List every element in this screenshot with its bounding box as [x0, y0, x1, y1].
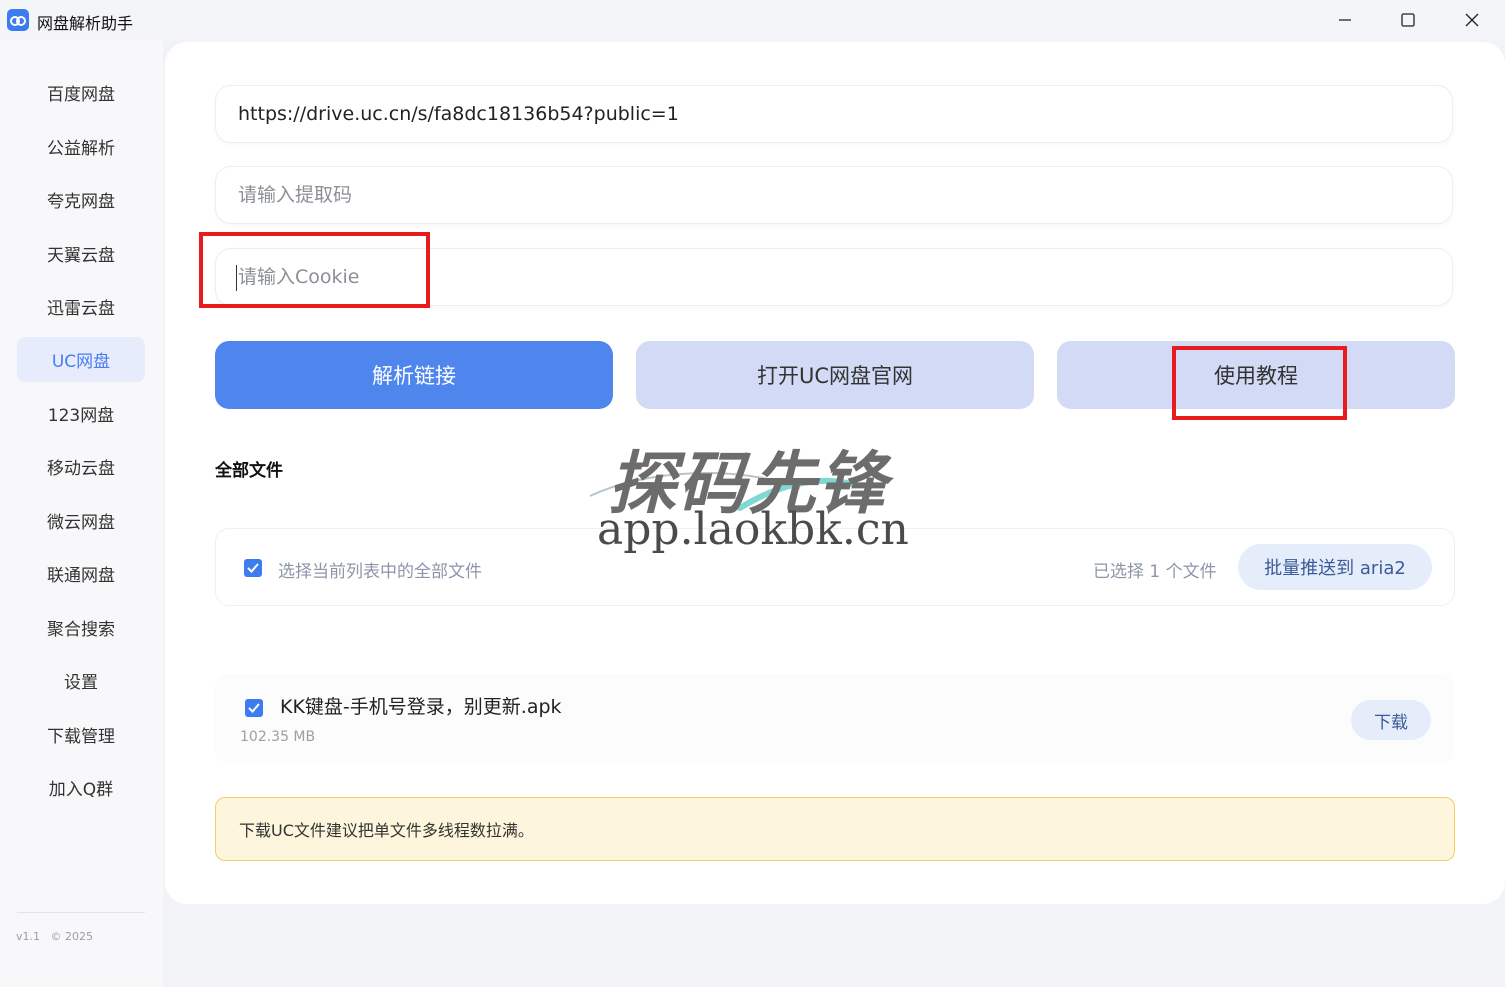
version-info: v1.1 © 2025 [16, 930, 93, 943]
minimize-icon[interactable] [1314, 0, 1376, 40]
open-uc-official-button[interactable]: 打开UC网盘官网 [636, 341, 1034, 409]
file-row: KK键盘-手机号登录，别更新.apk 102.35 MB 下载 [215, 674, 1455, 764]
maximize-icon[interactable] [1377, 0, 1439, 40]
select-all-label: 选择当前列表中的全部文件 [278, 562, 482, 582]
sidebar-divider [17, 912, 145, 913]
extract-code-field[interactable] [215, 166, 1453, 224]
sidebar-item-download-manager[interactable]: 下载管理 [17, 712, 145, 757]
sidebar-item-uc[interactable]: UC网盘 [17, 337, 145, 382]
file-name: KK键盘-手机号登录，别更新.apk [280, 696, 562, 718]
tutorial-highlight-box [1172, 346, 1347, 420]
share-url-input[interactable] [236, 102, 1452, 126]
select-all-checkbox[interactable] [244, 559, 262, 577]
sidebar-item-aggregate-search[interactable]: 聚合搜索 [17, 605, 145, 650]
sidebar-item-tianyi[interactable]: 天翼云盘 [17, 231, 145, 276]
close-icon[interactable] [1441, 0, 1503, 40]
cookie-highlight-box [199, 232, 430, 308]
parse-link-button[interactable]: 解析链接 [215, 341, 613, 409]
sidebar-item-123[interactable]: 123网盘 [17, 391, 145, 436]
sidebar-item-mobile-cloud[interactable]: 移动云盘 [17, 444, 145, 489]
version-label: v1.1 [16, 930, 41, 943]
main-panel: 解析链接 打开UC网盘官网 使用教程 全部文件 选择当前列表中的全部文件 已选择… [165, 42, 1505, 904]
download-button[interactable]: 下载 [1351, 700, 1431, 740]
share-url-field[interactable] [215, 85, 1453, 143]
window-title: 网盘解析助手 [37, 14, 134, 33]
title-bar: 网盘解析助手 [0, 0, 1505, 40]
sidebar-item-weiyun[interactable]: 微云网盘 [17, 498, 145, 543]
copyright-label: © 2025 [50, 930, 94, 943]
all-files-title: 全部文件 [215, 461, 283, 481]
file-checkbox[interactable] [245, 699, 263, 717]
select-all-bar: 选择当前列表中的全部文件 已选择 1 个文件 批量推送到 aria2 [215, 528, 1455, 606]
push-to-aria2-button[interactable]: 批量推送到 aria2 [1238, 544, 1432, 590]
sidebar-item-baidu[interactable]: 百度网盘 [17, 70, 145, 115]
selected-count: 已选择 1 个文件 [1093, 562, 1217, 582]
sidebar-item-join-qq-group[interactable]: 加入Q群 [17, 765, 145, 810]
app-window: 网盘解析助手 百度网盘 公益解析 夸克网盘 天翼云盘 迅雷云盘 UC网盘 123… [0, 0, 1505, 987]
sidebar-item-quark[interactable]: 夸克网盘 [17, 177, 145, 222]
extract-code-input[interactable] [236, 183, 1452, 207]
file-size: 102.35 MB [240, 729, 316, 745]
sidebar-item-unicom[interactable]: 联通网盘 [17, 551, 145, 596]
sidebar-item-settings[interactable]: 设置 [17, 658, 145, 703]
cloud-app-icon [7, 9, 29, 31]
sidebar: 百度网盘 公益解析 夸克网盘 天翼云盘 迅雷云盘 UC网盘 123网盘 移动云盘… [0, 40, 163, 987]
sidebar-item-xunlei[interactable]: 迅雷云盘 [17, 284, 145, 329]
tip-notice: 下载UC文件建议把单文件多线程数拉满。 [215, 797, 1455, 861]
sidebar-item-public-parse[interactable]: 公益解析 [17, 124, 145, 169]
